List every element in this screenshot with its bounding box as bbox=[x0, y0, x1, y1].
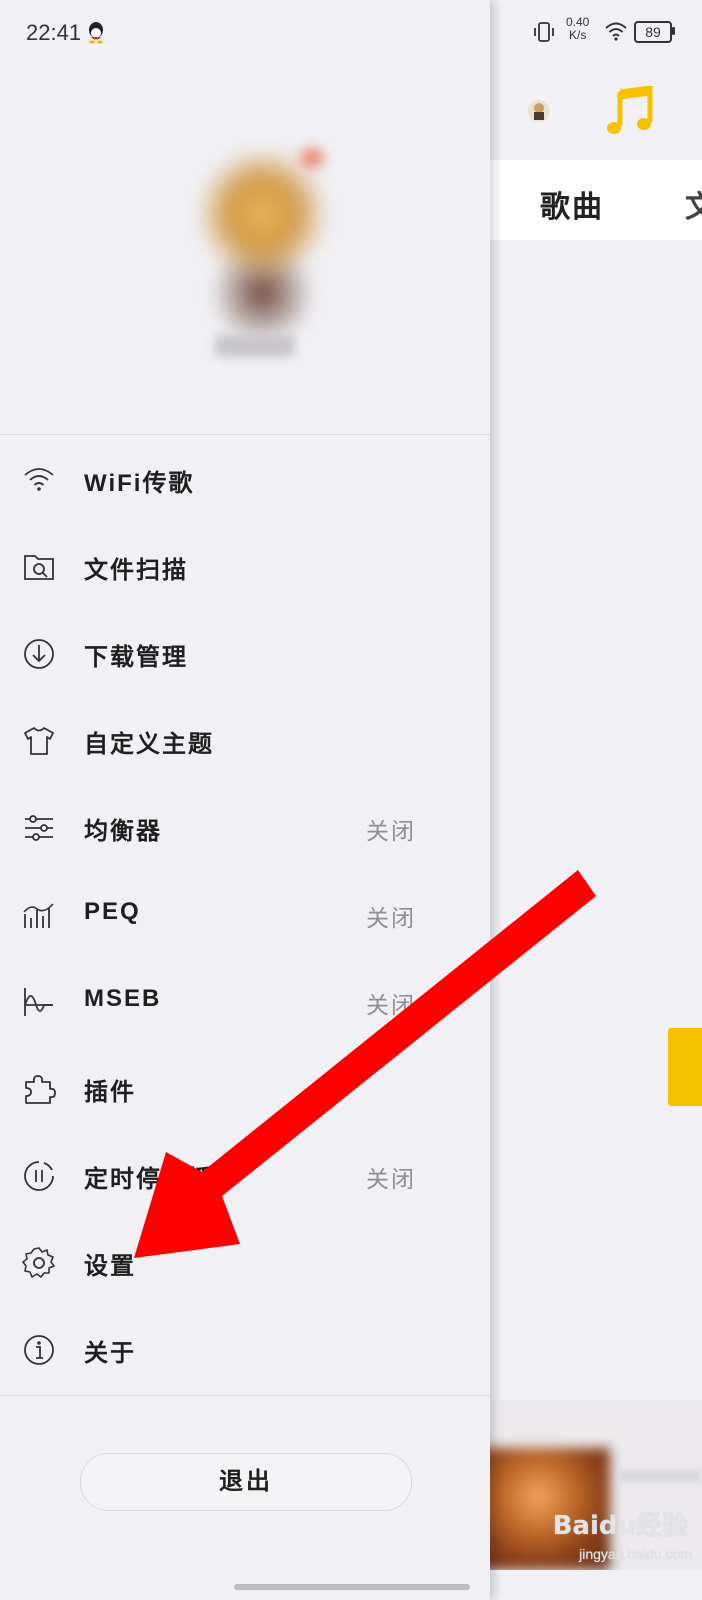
menu-label: 定时停止播 bbox=[84, 1166, 214, 1193]
menu-label: 文件扫描 bbox=[84, 557, 188, 584]
divider bbox=[0, 1395, 490, 1396]
menu-label: 下载管理 bbox=[84, 644, 188, 671]
tshirt-icon bbox=[24, 727, 54, 755]
menu-item-wifi-transfer[interactable]: WiFi传歌 bbox=[0, 436, 490, 523]
timer-icon bbox=[24, 1161, 54, 1191]
menu-item-custom-theme[interactable]: 自定义主题 bbox=[0, 697, 490, 784]
main-panel: 歌曲 文 Baidu经验 jingyan.baidu.com bbox=[480, 0, 702, 1600]
wifi-status-icon bbox=[605, 22, 627, 41]
menu-item-download-manager[interactable]: 下载管理 bbox=[0, 610, 490, 697]
floating-play-tab[interactable] bbox=[668, 1028, 702, 1106]
battery-cap bbox=[672, 27, 675, 35]
menu-item-file-scan[interactable]: 文件扫描 bbox=[0, 523, 490, 610]
status-bar-right: 0.40 K/s 89 bbox=[532, 16, 692, 50]
main-tabs: 歌曲 文 bbox=[490, 160, 702, 240]
qq-notification-icon bbox=[89, 22, 103, 44]
battery-level: 89 bbox=[634, 21, 672, 43]
mseb-icon bbox=[24, 988, 53, 1016]
peq-status: 关闭 bbox=[366, 905, 416, 931]
tab-folders[interactable]: 文 bbox=[685, 182, 702, 226]
file-scan-icon bbox=[24, 555, 54, 580]
menu-label: MSEB bbox=[84, 985, 162, 1012]
menu-item-equalizer[interactable]: 均衡器 关闭 bbox=[0, 784, 490, 871]
menu-item-settings[interactable]: 设置 bbox=[0, 1219, 490, 1306]
sleep-timer-status: 关闭 bbox=[366, 1166, 416, 1192]
status-time: 22:41 bbox=[26, 20, 82, 45]
menu-label: 自定义主题 bbox=[84, 731, 214, 758]
watermark-brand: Baidu经验 bbox=[552, 1511, 688, 1541]
menu-item-sleep-timer[interactable]: 定时停止播 关闭 bbox=[0, 1132, 490, 1219]
plugin-icon bbox=[25, 1075, 56, 1104]
peq-icon bbox=[23, 903, 54, 928]
menu-item-peq[interactable]: PEQ 关闭 bbox=[0, 871, 490, 958]
menu-item-about[interactable]: 关于 bbox=[0, 1306, 490, 1393]
divider bbox=[0, 434, 490, 435]
tab-songs[interactable]: 歌曲 bbox=[540, 182, 604, 226]
mini-player[interactable]: Baidu经验 jingyan.baidu.com bbox=[480, 1400, 702, 1570]
home-indicator[interactable] bbox=[234, 1584, 470, 1590]
menu-item-plugins[interactable]: 插件 bbox=[0, 1045, 490, 1132]
mseb-status: 关闭 bbox=[366, 992, 416, 1018]
watermark-url: jingyan.baidu.com bbox=[579, 1546, 692, 1562]
music-note-icon[interactable] bbox=[606, 86, 654, 136]
drawer-menu: WiFi传歌 文件扫描 下载管理 自定义主题 均衡器 关闭 PEQ 关闭 MSE… bbox=[0, 436, 490, 1393]
menu-label: 均衡器 bbox=[84, 818, 162, 845]
menu-item-mseb[interactable]: MSEB 关闭 bbox=[0, 958, 490, 1045]
menu-label: PEQ bbox=[84, 898, 141, 925]
avatar[interactable] bbox=[175, 130, 350, 370]
wifi-icon bbox=[24, 468, 54, 491]
menu-label: WiFi传歌 bbox=[84, 470, 195, 497]
avatar-decoration bbox=[300, 148, 324, 168]
network-speed: 0.40 K/s bbox=[566, 15, 590, 42]
menu-label: 插件 bbox=[84, 1079, 136, 1106]
username-blurred bbox=[215, 335, 295, 357]
equalizer-icon bbox=[25, 815, 53, 841]
navigation-drawer: 22:41 WiFi传歌 文件扫描 下载管理 自定义主题 均衡器 关闭 PEQ … bbox=[0, 0, 490, 1600]
small-avatar-icon[interactable] bbox=[526, 98, 552, 124]
menu-label: 关于 bbox=[84, 1340, 136, 1367]
download-icon bbox=[24, 639, 54, 669]
info-icon bbox=[24, 1335, 54, 1365]
menu-label: 设置 bbox=[84, 1253, 136, 1280]
equalizer-status: 关闭 bbox=[366, 818, 416, 844]
vibrate-icon bbox=[534, 22, 554, 42]
gear-icon bbox=[22, 1247, 55, 1278]
logout-button[interactable]: 退出 bbox=[80, 1453, 412, 1511]
song-info-blur bbox=[620, 1470, 700, 1482]
